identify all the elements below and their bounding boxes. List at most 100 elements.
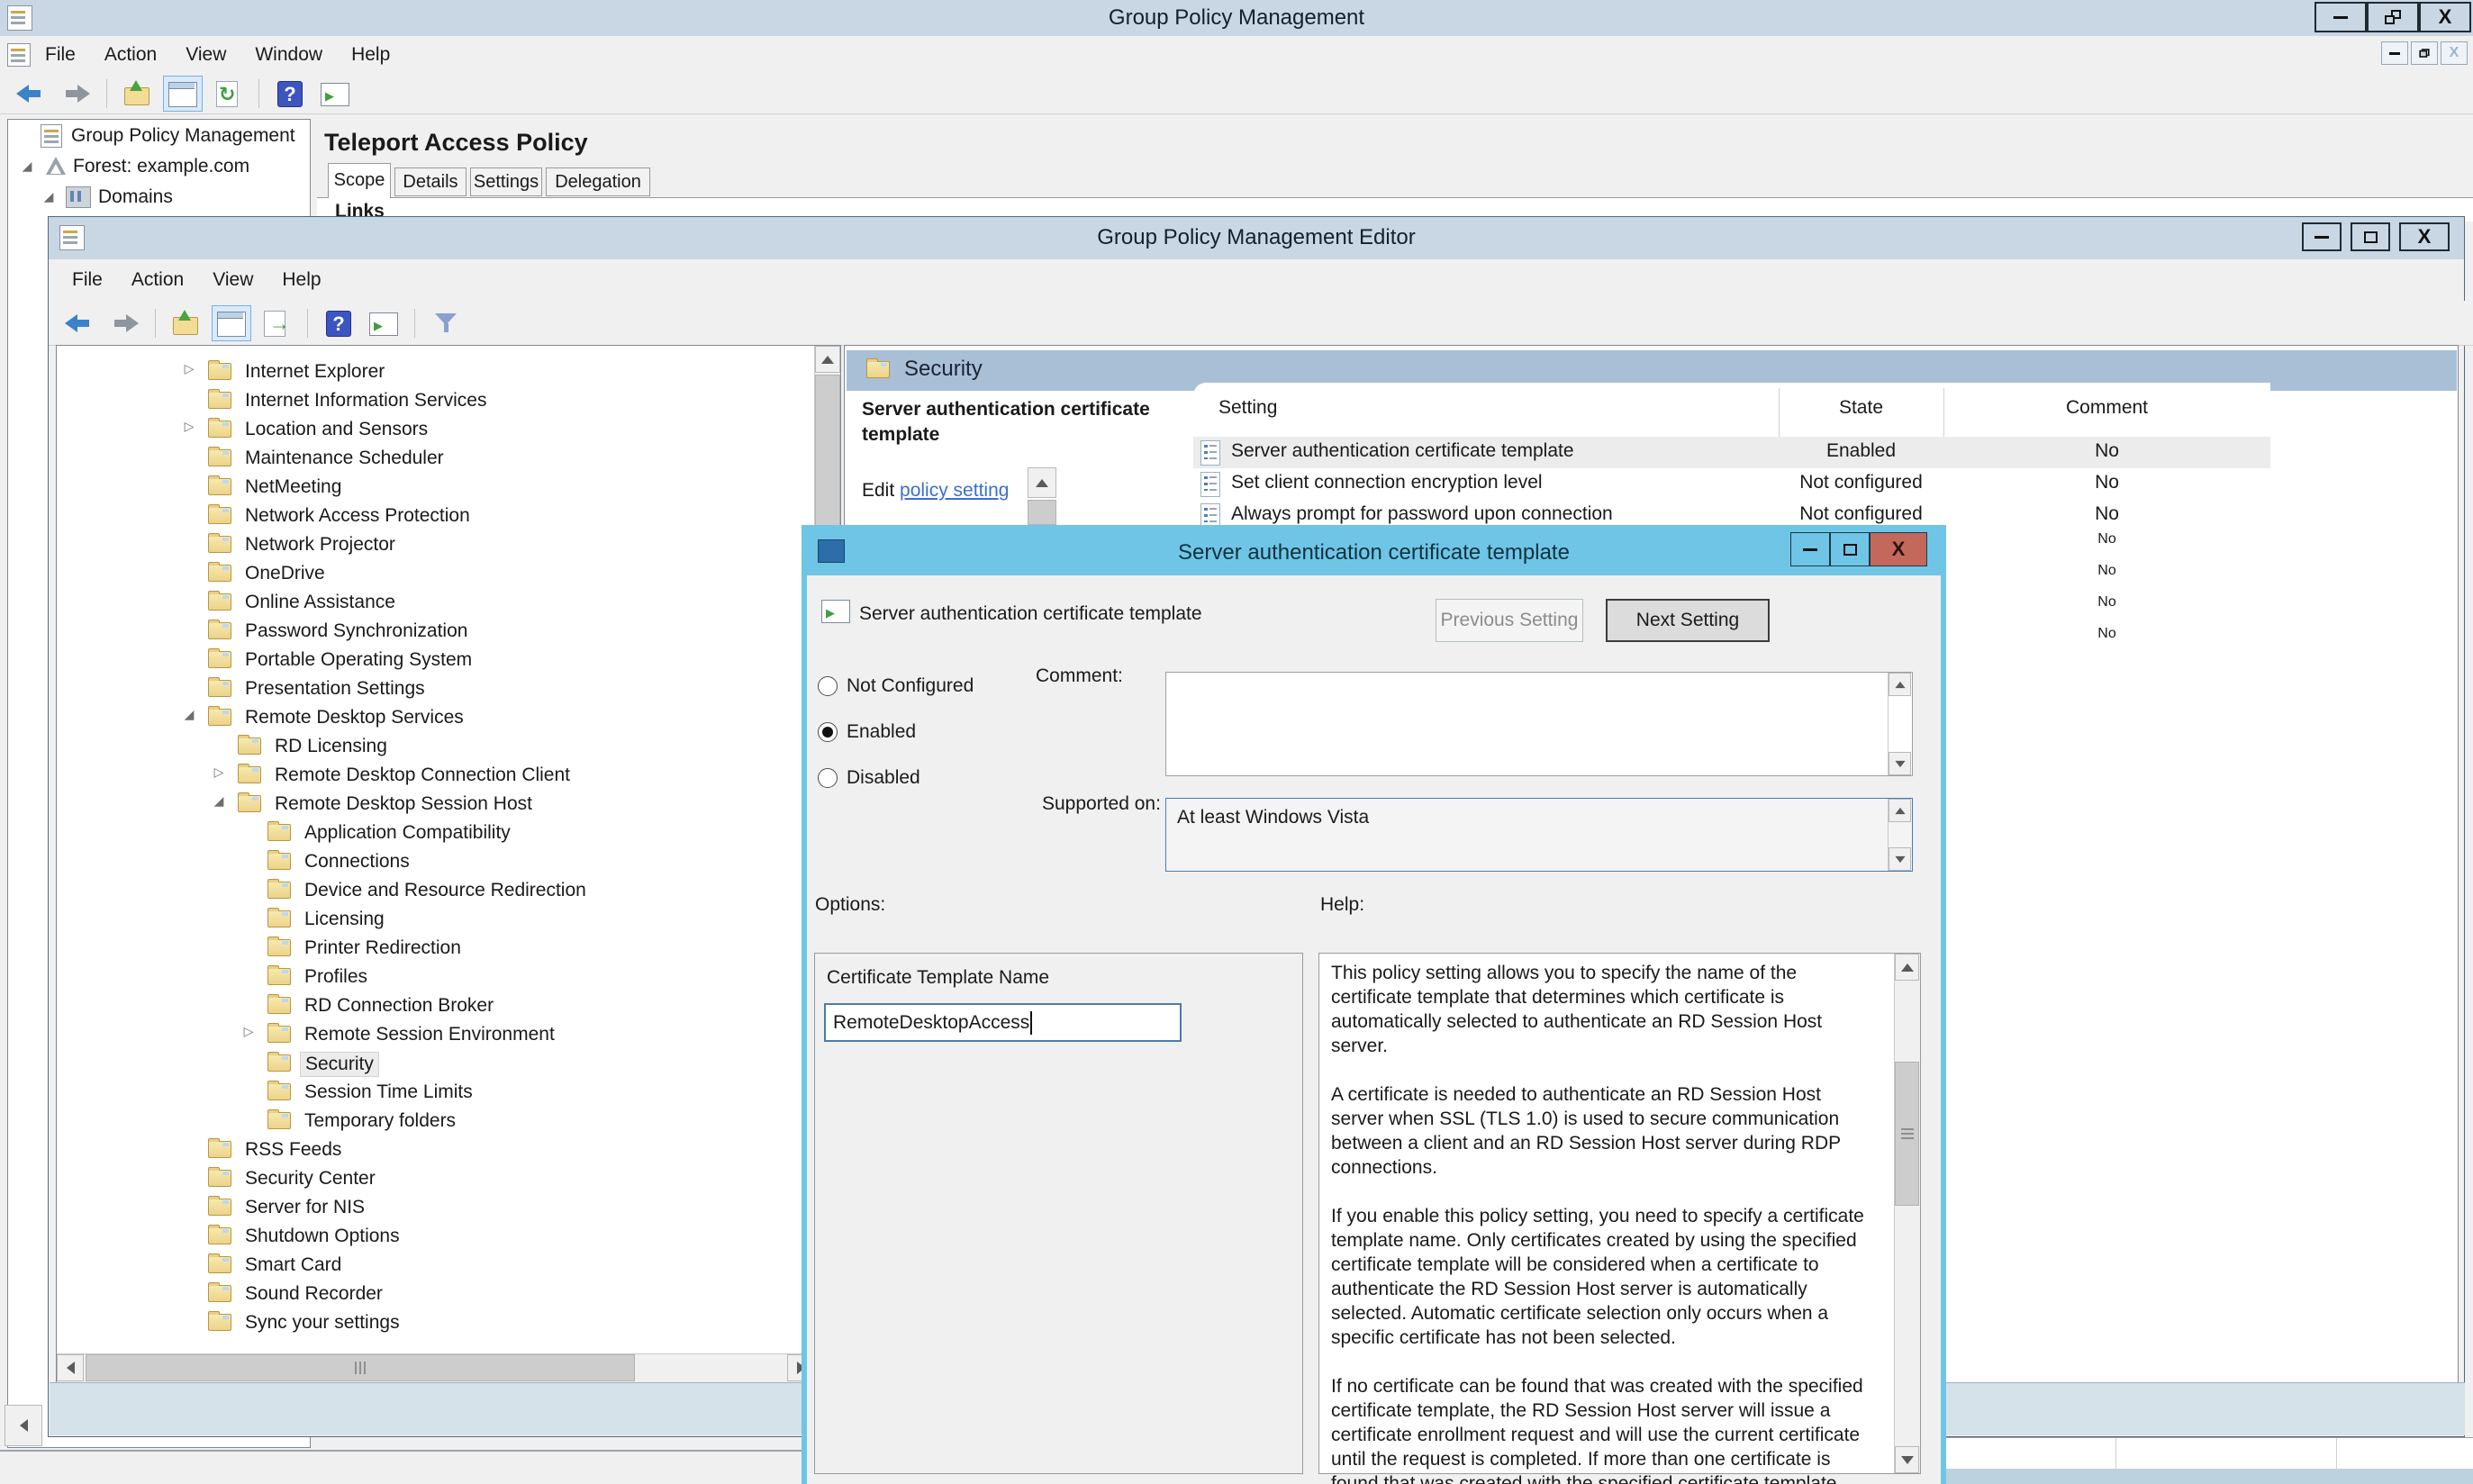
tree-item-temporary-folders[interactable]: Temporary folders bbox=[57, 1108, 786, 1135]
radio-button[interactable] bbox=[818, 722, 838, 742]
radio-button[interactable] bbox=[818, 676, 838, 696]
settings-row-set-client-connection-encryption-level[interactable]: Set client connection encryption levelNo… bbox=[1193, 468, 2270, 500]
radio-not-configured[interactable]: Not Configured bbox=[818, 671, 974, 701]
tree-item-shutdown-options[interactable]: Shutdown Options bbox=[57, 1223, 786, 1250]
policy-setting-link[interactable]: policy setting bbox=[900, 480, 1009, 501]
supported-scrollbar[interactable] bbox=[1888, 799, 1912, 871]
refresh-button[interactable] bbox=[208, 76, 248, 112]
expander-collapsed-icon[interactable]: ▷ bbox=[209, 765, 229, 780]
child-restore-button[interactable] bbox=[2411, 41, 2438, 65]
tree-item-smart-card[interactable]: Smart Card bbox=[57, 1252, 786, 1279]
tree-item-forest[interactable]: ◢ Forest: example.com bbox=[17, 156, 249, 177]
comment-textarea[interactable] bbox=[1165, 672, 1913, 776]
filter-button[interactable] bbox=[426, 305, 466, 341]
radio-enabled[interactable]: Enabled bbox=[818, 717, 916, 747]
console-tree-button[interactable] bbox=[163, 76, 203, 112]
expander-expanded-icon[interactable]: ◢ bbox=[17, 159, 37, 174]
close-button[interactable]: X bbox=[2419, 2, 2471, 32]
editor-tree-pane[interactable]: ▷Internet ExplorerInternet Information S… bbox=[56, 345, 841, 1383]
tree-item-network-projector[interactable]: Network Projector bbox=[57, 531, 786, 558]
comment-scrollbar[interactable] bbox=[1888, 673, 1912, 775]
tree-item-password-synchronization[interactable]: Password Synchronization bbox=[57, 618, 786, 645]
expander-expanded-icon[interactable]: ◢ bbox=[39, 190, 59, 204]
tree-item-presentation-settings[interactable]: Presentation Settings bbox=[57, 675, 786, 702]
tab-settings[interactable]: Settings bbox=[470, 167, 542, 196]
menu-file[interactable]: File bbox=[58, 262, 117, 298]
menu-file[interactable]: File bbox=[31, 37, 90, 73]
scroll-up-button[interactable] bbox=[1889, 673, 1911, 696]
parent-folder-button[interactable] bbox=[167, 305, 206, 341]
forward-button[interactable] bbox=[104, 305, 144, 341]
export-list-button[interactable] bbox=[257, 305, 296, 341]
previous-setting-button[interactable]: Previous Setting bbox=[1436, 599, 1583, 642]
tree-item-rss-feeds[interactable]: RSS Feeds bbox=[57, 1136, 786, 1163]
tree-item-connections[interactable]: Connections bbox=[57, 848, 786, 875]
hscroll-thumb[interactable] bbox=[86, 1354, 635, 1381]
menu-action[interactable]: Action bbox=[117, 262, 198, 298]
minimize-button[interactable] bbox=[1790, 532, 1830, 566]
menu-action[interactable]: Action bbox=[90, 37, 171, 73]
close-button[interactable]: X bbox=[2399, 222, 2450, 251]
tree-item-remote-desktop-services[interactable]: ◢Remote Desktop Services bbox=[57, 704, 786, 731]
maximize-button[interactable] bbox=[1830, 532, 1870, 566]
tab-delegation[interactable]: Delegation bbox=[546, 167, 650, 196]
back-button[interactable] bbox=[11, 76, 50, 112]
scroll-up-button[interactable] bbox=[815, 346, 840, 373]
menu-view[interactable]: View bbox=[198, 262, 267, 298]
tree-item-licensing[interactable]: Licensing bbox=[57, 906, 786, 933]
console-tree-button[interactable] bbox=[212, 305, 251, 341]
tree-item-remote-desktop-session-host[interactable]: ◢Remote Desktop Session Host bbox=[57, 791, 786, 818]
tree-item-internet-explorer[interactable]: ▷Internet Explorer bbox=[57, 358, 786, 385]
tree-item-onedrive[interactable]: OneDrive bbox=[57, 560, 786, 587]
close-button[interactable]: X bbox=[1870, 532, 1927, 566]
tree-item-internet-information-services[interactable]: Internet Information Services bbox=[57, 387, 786, 414]
help-button[interactable] bbox=[319, 305, 358, 341]
expander-collapsed-icon[interactable]: ▷ bbox=[179, 362, 199, 376]
tree-item-rd-licensing[interactable]: RD Licensing bbox=[57, 733, 786, 760]
tree-item-security[interactable]: Security bbox=[57, 1050, 786, 1077]
back-button[interactable] bbox=[59, 305, 99, 341]
maximize-button[interactable] bbox=[2351, 222, 2390, 251]
tree-item-profiles[interactable]: Profiles bbox=[57, 964, 786, 991]
tree-item-sync-your-settings[interactable]: Sync your settings bbox=[57, 1309, 786, 1336]
tab-scope[interactable]: Scope bbox=[328, 163, 391, 198]
tree-item-application-compatibility[interactable]: Application Compatibility bbox=[57, 819, 786, 846]
settings-row-server-authentication-certificate-template[interactable]: Server authentication certificate templa… bbox=[1193, 437, 2270, 468]
scroll-down-button[interactable] bbox=[1889, 847, 1911, 871]
show-window-button[interactable] bbox=[364, 305, 403, 341]
radio-button[interactable] bbox=[818, 768, 838, 788]
column-header-comment[interactable]: Comment bbox=[1943, 397, 2270, 419]
radio-disabled[interactable]: Disabled bbox=[818, 763, 920, 793]
show-window-button[interactable] bbox=[315, 76, 355, 112]
tab-details[interactable]: Details bbox=[394, 167, 467, 196]
expander-collapsed-icon[interactable]: ▷ bbox=[179, 420, 199, 434]
expander-collapsed-icon[interactable]: ▷ bbox=[239, 1025, 258, 1039]
scroll-left-button[interactable] bbox=[57, 1354, 84, 1381]
menu-help[interactable]: Help bbox=[267, 262, 335, 298]
help-scroll-thumb[interactable] bbox=[1895, 1062, 1919, 1206]
tree-item-portable-operating-system[interactable]: Portable Operating System bbox=[57, 647, 786, 674]
menu-view[interactable]: View bbox=[171, 37, 240, 73]
template-name-input[interactable]: RemoteDesktopAccess bbox=[824, 1003, 1182, 1042]
tree-item-online-assistance[interactable]: Online Assistance bbox=[57, 589, 786, 616]
tree-item-printer-redirection[interactable]: Printer Redirection bbox=[57, 935, 786, 962]
column-header-state[interactable]: State bbox=[1779, 397, 1943, 419]
column-header-setting[interactable]: Setting bbox=[1218, 397, 1277, 419]
supported-on-box[interactable]: At least Windows Vista bbox=[1165, 798, 1913, 872]
main-hscroll-left-button[interactable] bbox=[5, 1405, 42, 1446]
tree-item-location-and-sensors[interactable]: ▷Location and Sensors bbox=[57, 416, 786, 443]
restore-button[interactable] bbox=[2367, 2, 2419, 32]
minimize-button[interactable] bbox=[2302, 222, 2342, 251]
menu-help[interactable]: Help bbox=[337, 37, 404, 73]
child-minimize-button[interactable] bbox=[2381, 41, 2408, 65]
scroll-up-button[interactable] bbox=[1895, 954, 1919, 981]
tree-item-session-time-limits[interactable]: Session Time Limits bbox=[57, 1079, 786, 1106]
description-scroll-thumb[interactable] bbox=[1028, 500, 1056, 525]
tree-item-network-access-protection[interactable]: Network Access Protection bbox=[57, 502, 786, 529]
minimize-button[interactable] bbox=[2314, 2, 2367, 32]
help-button[interactable] bbox=[270, 76, 310, 112]
description-scroll-up-button[interactable] bbox=[1028, 467, 1056, 498]
tree-item-server-for-nis[interactable]: Server for NIS bbox=[57, 1194, 786, 1221]
menu-window[interactable]: Window bbox=[240, 37, 337, 73]
tree-item-remote-desktop-connection-client[interactable]: ▷Remote Desktop Connection Client bbox=[57, 762, 786, 789]
